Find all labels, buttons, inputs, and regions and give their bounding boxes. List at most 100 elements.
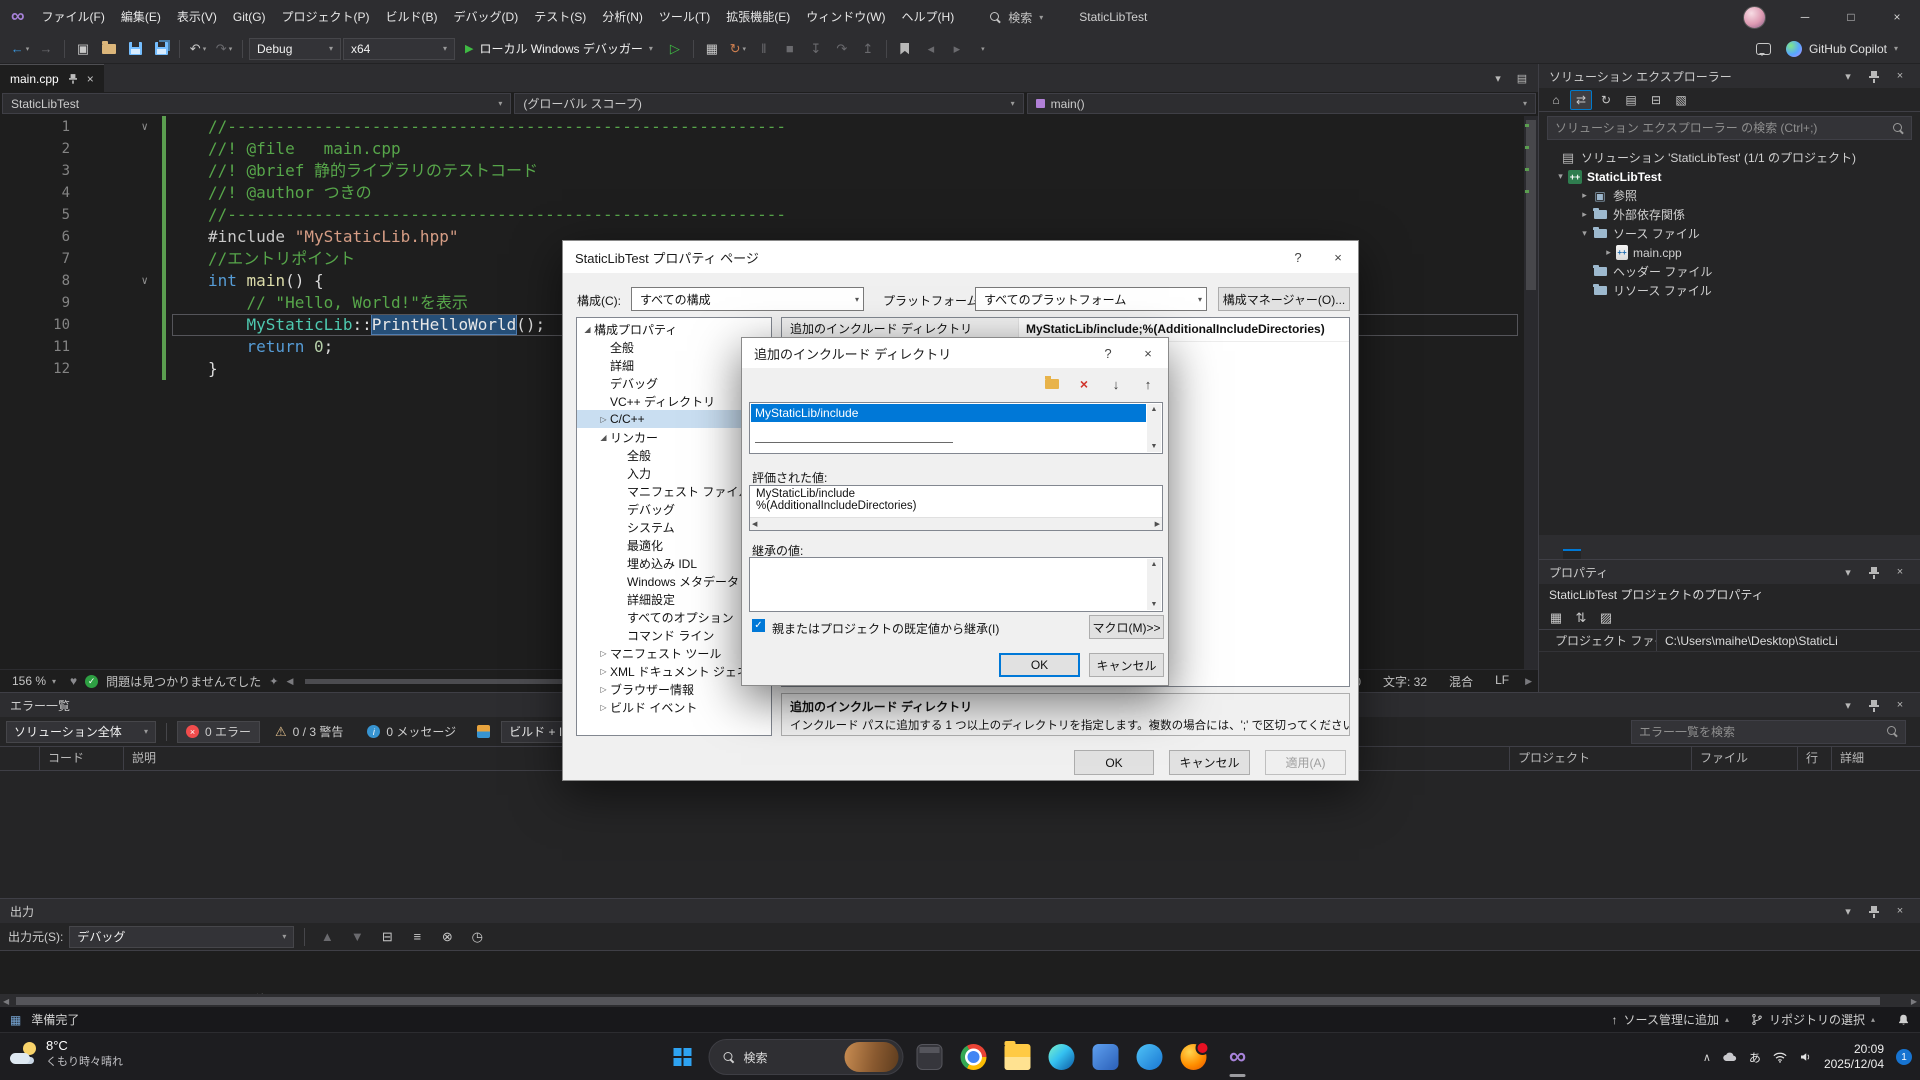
- expand-arrow-icon[interactable]: ▸: [1577, 209, 1592, 220]
- solution-search-input[interactable]: [1555, 121, 1887, 135]
- tab-options-icon[interactable]: ▤: [1512, 68, 1532, 88]
- inherited-vertical-scrollbar[interactable]: ▲▼: [1147, 559, 1161, 610]
- inherit-checkbox[interactable]: ✓: [752, 619, 765, 632]
- document-list-dropdown[interactable]: ▾: [1488, 68, 1508, 88]
- wifi-icon[interactable]: [1773, 1052, 1787, 1063]
- start-button[interactable]: [663, 1035, 703, 1079]
- column-line[interactable]: 行: [1798, 747, 1832, 770]
- minimize-button[interactable]: ─: [1782, 0, 1828, 34]
- redo-button[interactable]: ↷▾: [212, 37, 236, 61]
- previous-message-icon[interactable]: ▲: [315, 925, 339, 949]
- messages-filter-button[interactable]: i 0 メッセージ: [358, 721, 465, 743]
- save-button[interactable]: [123, 37, 147, 61]
- macros-button[interactable]: マクロ(M)>>: [1089, 615, 1164, 639]
- taskbar-search[interactable]: 検索: [709, 1039, 904, 1075]
- step-into-button[interactable]: ↧: [804, 37, 828, 61]
- navigate-back-button[interactable]: ←▾: [8, 37, 32, 61]
- refresh-icon[interactable]: ↻: [1595, 90, 1617, 110]
- move-down-button[interactable]: ↓: [1104, 374, 1128, 394]
- clear-all-icon[interactable]: ⊟: [375, 925, 399, 949]
- ime-indicator[interactable]: あ: [1749, 1049, 1761, 1066]
- start-debugging-button[interactable]: ▶ ローカル Windows デバッガー ▾: [457, 37, 661, 61]
- select-repository-button[interactable]: リポジトリの選択 ▴: [1751, 1011, 1875, 1028]
- document-health-icon[interactable]: ♥: [70, 674, 77, 688]
- time-icon[interactable]: ◷: [465, 925, 489, 949]
- scope-dropdown[interactable]: (グローバル スコープ)▾: [514, 93, 1023, 114]
- close-button[interactable]: ×: [1128, 338, 1168, 368]
- expand-arrow-icon[interactable]: ▾: [1553, 171, 1568, 182]
- help-button[interactable]: ?: [1278, 241, 1318, 273]
- expand-arrow-icon[interactable]: ▷: [597, 649, 610, 658]
- break-all-button[interactable]: ‖: [752, 37, 776, 61]
- taskbar-app[interactable]: [1218, 1035, 1258, 1079]
- toolbar-overflow-button[interactable]: ▾: [971, 37, 995, 61]
- evaluated-horizontal-scrollbar[interactable]: ◀▶: [750, 517, 1162, 530]
- collapse-all-icon[interactable]: ⊟: [1645, 90, 1667, 110]
- stop-debugging-button[interactable]: ■: [778, 37, 802, 61]
- taskbar-app[interactable]: [1042, 1035, 1082, 1079]
- taskbar-app[interactable]: [1086, 1035, 1126, 1079]
- tree-item[interactable]: ▸ main.cpp: [1539, 243, 1920, 262]
- scroll-right-icon[interactable]: ▶: [1525, 676, 1532, 687]
- tool-window-tab[interactable]: [1563, 549, 1581, 559]
- configuration-dropdown[interactable]: すべての構成▾: [631, 287, 864, 311]
- maximize-button[interactable]: □: [1828, 0, 1874, 34]
- taskbar-app[interactable]: [954, 1035, 994, 1079]
- alphabetical-icon[interactable]: ⇅: [1570, 608, 1592, 628]
- step-over-button[interactable]: ↷: [830, 37, 854, 61]
- close-icon[interactable]: ×: [1890, 66, 1910, 86]
- hidden-icons-chevron[interactable]: ∧: [1703, 1051, 1711, 1064]
- menu-item[interactable]: プロジェクト(P): [274, 0, 378, 34]
- column-detail[interactable]: 詳細: [1832, 747, 1920, 770]
- apply-button[interactable]: 適用(A): [1265, 750, 1346, 775]
- cancel-button[interactable]: キャンセル: [1169, 750, 1250, 775]
- filter-icon-button[interactable]: [471, 720, 495, 744]
- bookmark-button[interactable]: [893, 37, 917, 61]
- volume-icon[interactable]: [1799, 1051, 1812, 1063]
- menu-item[interactable]: 拡張機能(E): [718, 0, 798, 34]
- close-button[interactable]: ×: [1318, 241, 1358, 273]
- start-without-debugging-button[interactable]: ▷: [663, 37, 687, 61]
- menu-item[interactable]: ファイル(F): [34, 0, 113, 34]
- tab-close-icon[interactable]: ×: [87, 72, 94, 86]
- onedrive-cloud-icon[interactable]: [1723, 1052, 1737, 1062]
- menu-item[interactable]: ウィンドウ(W): [798, 0, 893, 34]
- close-icon[interactable]: ×: [1890, 695, 1910, 715]
- expand-arrow-icon[interactable]: ▸: [1577, 190, 1592, 201]
- sync-with-active-document-icon[interactable]: ⇄: [1570, 90, 1592, 110]
- output-horizontal-scrollbar[interactable]: ◀ ▶: [0, 994, 1920, 1008]
- output-log[interactable]: スレッド 33624 はコード 0 (0x0) で終了しました。 プログラム '…: [0, 951, 1920, 994]
- tree-item[interactable]: ▾ StaticLibTest: [1539, 167, 1920, 186]
- previous-bookmark-button[interactable]: ◂: [919, 37, 943, 61]
- column-code[interactable]: コード: [40, 747, 124, 770]
- platform-dropdown[interactable]: すべてのプラットフォーム▾: [975, 287, 1207, 311]
- window-menu-icon[interactable]: ▾: [1838, 66, 1858, 86]
- pin-icon[interactable]: [68, 73, 78, 83]
- taskbar-app[interactable]: [998, 1035, 1038, 1079]
- menu-item[interactable]: テスト(S): [526, 0, 594, 34]
- tree-item[interactable]: ▾ ソース ファイル: [1539, 224, 1920, 243]
- scroll-left-icon[interactable]: ◀: [286, 676, 293, 687]
- expand-arrow-icon[interactable]: ▷: [597, 685, 610, 694]
- tree-item[interactable]: ヘッダー ファイル: [1539, 262, 1920, 281]
- dialog-title-bar[interactable]: StaticLibTest プロパティ ページ ? ×: [563, 241, 1358, 273]
- code-line[interactable]: 1∨//------------------------------------…: [0, 116, 1538, 138]
- notifications-button[interactable]: [1897, 1013, 1910, 1027]
- next-bookmark-button[interactable]: ▸: [945, 37, 969, 61]
- categorized-icon[interactable]: ▦: [1545, 608, 1567, 628]
- expand-arrow-icon[interactable]: ▾: [1577, 228, 1592, 239]
- error-list-search-input[interactable]: [1639, 725, 1881, 739]
- scrollbar-thumb[interactable]: [16, 997, 1880, 1005]
- attach-to-process-button[interactable]: ▦: [700, 37, 724, 61]
- properties-icon[interactable]: ▧: [1670, 90, 1692, 110]
- property-pages-icon[interactable]: ▨: [1595, 608, 1617, 628]
- menu-item[interactable]: 分析(N): [594, 0, 651, 34]
- delete-line-button[interactable]: ×: [1072, 374, 1096, 394]
- global-search[interactable]: 検索 ▾: [980, 6, 1053, 29]
- navigate-forward-button[interactable]: →: [34, 37, 58, 61]
- evaluated-value-box[interactable]: MyStaticLib/include %(AdditionalIncludeD…: [749, 485, 1163, 531]
- taskbar-app[interactable]: [910, 1035, 950, 1079]
- undo-button[interactable]: ↶▾: [186, 37, 210, 61]
- ok-button[interactable]: OK: [1074, 750, 1154, 775]
- home-icon[interactable]: ⌂: [1545, 90, 1567, 110]
